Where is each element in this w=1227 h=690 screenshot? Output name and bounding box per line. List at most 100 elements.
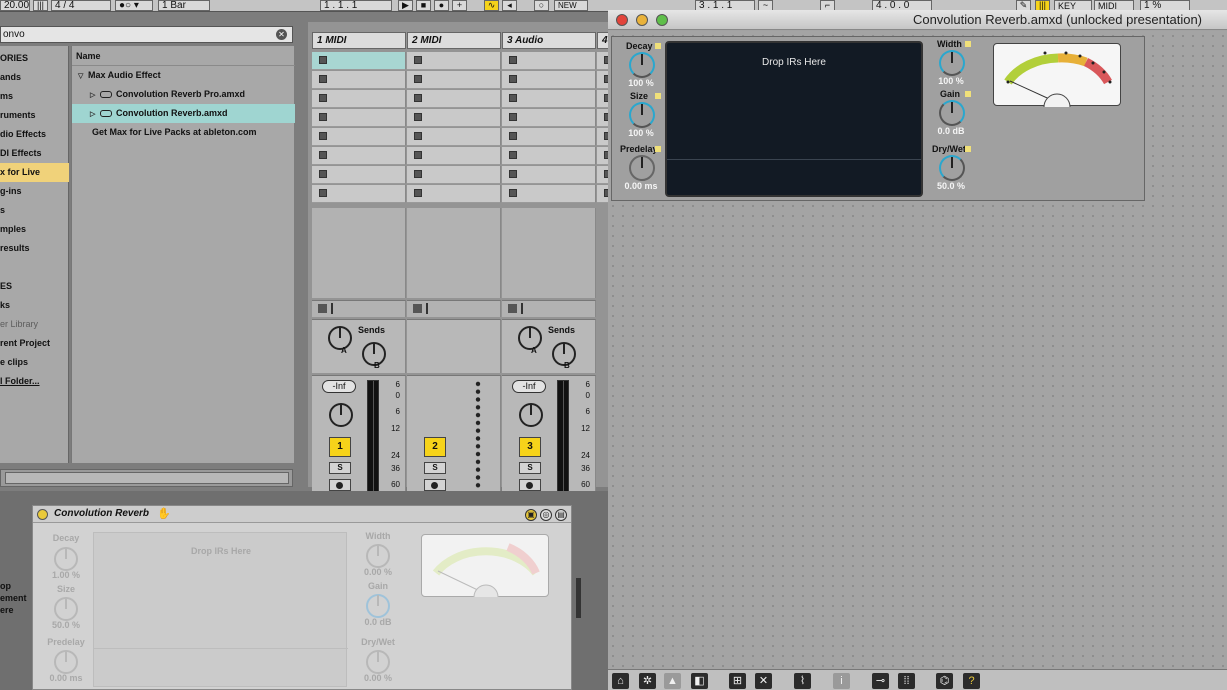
connection-icon[interactable]: ⊸ — [872, 673, 889, 689]
stop-icon[interactable]: ■ — [416, 0, 431, 11]
edit-device-icon[interactable]: ▣ — [525, 509, 537, 521]
clip-stop-icon[interactable] — [319, 75, 327, 83]
ir-drop-zone[interactable]: Drop IRs Here — [93, 532, 347, 687]
clip-slot[interactable] — [407, 147, 501, 165]
automation-arm-icon[interactable]: ∿ — [484, 0, 499, 11]
clip-slot[interactable] — [312, 109, 406, 127]
category-plug-ins[interactable]: g-ins — [0, 182, 69, 201]
decay-knob[interactable] — [629, 52, 655, 78]
clip-stop-icon[interactable] — [509, 75, 517, 83]
clip-stop-icon[interactable] — [319, 113, 327, 121]
arm-button[interactable] — [424, 479, 446, 491]
clip-slot[interactable] — [502, 147, 596, 165]
decay-knob[interactable] — [54, 547, 78, 571]
device-title-bar[interactable]: Convolution Reverb ✋ ▣ ◎ ▤ — [33, 506, 571, 523]
quantize-menu[interactable]: 1 Bar — [158, 0, 210, 11]
minimize-window-icon[interactable] — [636, 14, 648, 26]
clip-stop-icon[interactable] — [509, 189, 517, 197]
clip-slot[interactable] — [312, 90, 406, 108]
name-column-header[interactable]: Name — [72, 46, 295, 66]
clip-stop-icon[interactable] — [509, 151, 517, 159]
place-user-library[interactable]: er Library — [0, 315, 69, 334]
clear-search-icon[interactable]: ✕ — [276, 29, 287, 40]
category-midi-effects[interactable]: DI Effects — [0, 144, 69, 163]
clip-slot[interactable] — [407, 185, 501, 203]
clip-slot[interactable] — [312, 128, 406, 146]
level-meter[interactable] — [557, 380, 569, 492]
clip-slot[interactable] — [502, 128, 596, 146]
place-packs[interactable]: ks — [0, 296, 69, 315]
clip-stop-icon[interactable] — [319, 56, 327, 64]
clip-slot[interactable] — [407, 90, 501, 108]
collapsed-arrow-icon[interactable]: ▷ — [90, 105, 100, 123]
pan-knob[interactable] — [519, 403, 543, 427]
ir-drop-zone[interactable]: Drop IRs Here — [665, 41, 923, 197]
empty-clip-area[interactable] — [312, 208, 406, 298]
patcher-canvas[interactable]: Decay 100 % Size 100 % Predelay 0.00 ms … — [608, 31, 1227, 669]
clip-slot[interactable] — [502, 52, 596, 70]
window-title-bar[interactable]: Convolution Reverb.amxd (unlocked presen… — [608, 10, 1227, 30]
metronome-bars-icon[interactable]: ||| — [33, 0, 48, 11]
new-button[interactable]: NEW — [554, 0, 588, 11]
drywet-knob[interactable] — [366, 650, 390, 674]
place-live-clips[interactable]: e clips — [0, 353, 69, 372]
record-icon[interactable]: ● — [434, 0, 449, 11]
presentation-icon[interactable]: ◧ — [691, 673, 708, 689]
send-a-knob[interactable] — [518, 326, 542, 350]
time-signature-field[interactable]: 4 / 4 — [51, 0, 111, 11]
clip-slot[interactable] — [407, 128, 501, 146]
solo-button[interactable]: S — [519, 462, 541, 474]
empty-clip-area[interactable] — [502, 208, 596, 298]
category-samples[interactable]: mples — [0, 220, 69, 239]
hierarchy-icon[interactable]: ⌬ — [936, 673, 953, 689]
clip-stop-icon[interactable] — [414, 189, 422, 197]
track-activator-button[interactable]: 1 — [329, 437, 351, 457]
back-to-arrangement-icon[interactable]: ◂ — [502, 0, 517, 11]
clip-stop-icon[interactable] — [414, 132, 422, 140]
track-header[interactable]: 2 MIDI — [407, 32, 501, 49]
clip-slot[interactable] — [597, 71, 608, 89]
device-power-icon[interactable] — [37, 509, 48, 520]
clip-stop-icon[interactable] — [414, 56, 422, 64]
save-preset-icon[interactable]: ◎ — [540, 509, 552, 521]
clip-slot[interactable] — [312, 185, 406, 203]
splitter-handle[interactable] — [576, 578, 581, 618]
overdub-icon[interactable]: + — [452, 0, 467, 11]
level-meter[interactable] — [367, 380, 379, 492]
clip-stop-icon[interactable] — [509, 132, 517, 140]
clip-slot[interactable] — [312, 147, 406, 165]
predelay-knob[interactable] — [629, 155, 655, 181]
clip-slot[interactable] — [502, 71, 596, 89]
folder-max-audio-effect[interactable]: ▽Max Audio Effect — [72, 66, 295, 85]
clip-stop-icon[interactable] — [319, 151, 327, 159]
info-icon[interactable]: i — [833, 673, 850, 689]
drywet-knob[interactable] — [939, 155, 965, 181]
clip-slot[interactable] — [502, 90, 596, 108]
stop-all-icon[interactable] — [318, 304, 327, 313]
track-activator-button[interactable]: 3 — [519, 437, 541, 457]
clip-stop-icon[interactable] — [414, 75, 422, 83]
stop-all-icon[interactable] — [413, 304, 422, 313]
category-max-for-live[interactable]: x for Live — [0, 163, 69, 182]
object-icon[interactable]: ⊞ — [729, 673, 746, 689]
track-header[interactable]: 4 — [597, 32, 608, 49]
clip-slot[interactable] — [312, 166, 406, 184]
clip-stop-icon[interactable] — [319, 132, 327, 140]
clip-slot[interactable] — [312, 71, 406, 89]
place-current-project[interactable]: rent Project — [0, 334, 69, 353]
clip-slot[interactable] — [597, 166, 608, 184]
clip-stop-icon[interactable] — [414, 151, 422, 159]
clip-slot[interactable] — [502, 109, 596, 127]
clip-stop-icon[interactable] — [319, 189, 327, 197]
collapsed-arrow-icon[interactable]: ▷ — [90, 86, 100, 104]
clip-slot[interactable] — [407, 166, 501, 184]
clip-slot[interactable] — [597, 52, 608, 70]
clip-slot[interactable] — [502, 166, 596, 184]
place-add-folder[interactable]: l Folder... — [0, 372, 69, 391]
clip-stop-icon[interactable] — [319, 94, 327, 102]
stop-all-icon[interactable] — [508, 304, 517, 313]
clip-stop-icon[interactable] — [509, 94, 517, 102]
empty-clip-area[interactable] — [407, 208, 501, 298]
arm-button[interactable] — [519, 479, 541, 491]
file-row-selected[interactable]: ▷Convolution Reverb.amxd — [72, 104, 295, 123]
